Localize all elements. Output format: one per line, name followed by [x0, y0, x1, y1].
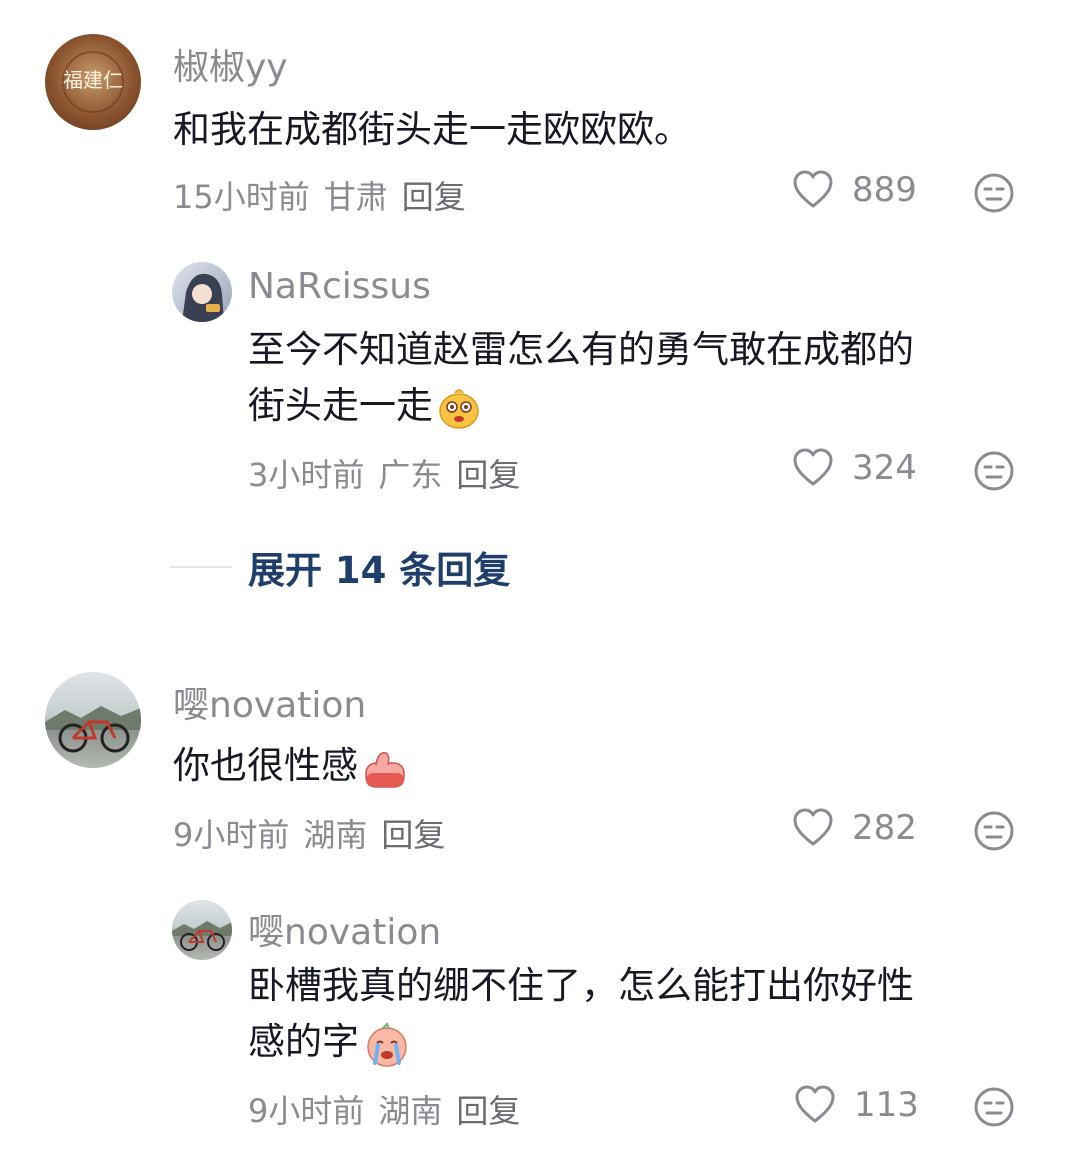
heart-outline-icon: [795, 1085, 835, 1123]
like-button[interactable]: 113: [794, 1085, 919, 1125]
heart-outline-icon: [793, 808, 833, 846]
neutral-face-icon[interactable]: [973, 450, 1015, 492]
heart-outline-icon: [793, 170, 833, 208]
comment-text-line-2-text: 感的字: [248, 1020, 359, 1063]
expand-replies-label: 展开 14 条回复: [248, 549, 511, 592]
comment-location: 湖南: [303, 816, 368, 854]
comment-text: 和我在成都街头走一走欧欧欧。: [173, 108, 691, 151]
comment-text-line-2-text: 街头走一走: [248, 384, 433, 427]
avatar[interactable]: 福建仁: [45, 34, 141, 130]
like-button[interactable]: 324: [792, 448, 917, 488]
comment-time: 9小时前: [248, 1092, 365, 1130]
comment-text: 你也很性感: [173, 738, 408, 794]
avatar[interactable]: [172, 900, 232, 960]
like-count: 113: [854, 1085, 919, 1125]
like-button[interactable]: 889: [792, 170, 917, 210]
comment-username[interactable]: 嘤novation: [248, 903, 441, 955]
comment-text-line-1: 至今不知道赵雷怎么有的勇气敢在成都的: [248, 328, 914, 371]
comment-username[interactable]: 嘤novation: [173, 676, 366, 728]
comment-location: 甘肃: [323, 178, 388, 216]
comment-time: 15小时前: [173, 178, 310, 216]
neutral-face-icon[interactable]: [973, 172, 1015, 214]
avatar[interactable]: [172, 262, 232, 322]
comment-time: 3小时前: [248, 456, 365, 494]
avatar-seal-text: 福建仁: [63, 68, 123, 92]
expand-replies-button[interactable]: 展开 14 条回复: [170, 540, 510, 594]
comment-username[interactable]: NaRcissus: [248, 266, 431, 307]
comment-meta: 9小时前 湖南 回复: [248, 1086, 534, 1132]
heart-outline-icon: [793, 448, 833, 486]
comment-text-line-2: 感的字: [248, 1014, 411, 1070]
comment-time: 9小时前: [173, 816, 290, 854]
reply-button[interactable]: 回复: [381, 816, 445, 854]
reply-button[interactable]: 回复: [456, 1092, 520, 1130]
comment-text-line-2: 街头走一走: [248, 378, 481, 434]
like-button[interactable]: 282: [792, 808, 917, 848]
like-count: 889: [852, 170, 917, 210]
comment-username[interactable]: 椒椒yy: [173, 38, 288, 90]
comment-meta: 15小时前 甘肃 回复: [173, 172, 480, 218]
reply-button[interactable]: 回复: [456, 456, 520, 494]
divider: [170, 566, 232, 568]
comment-text-content: 你也很性感: [173, 744, 358, 787]
reply-button[interactable]: 回复: [402, 178, 466, 216]
comment-location: 湖南: [378, 1092, 443, 1130]
crying-face-emoji-icon: [367, 1021, 407, 1067]
like-count: 324: [852, 448, 917, 488]
surprised-face-emoji-icon: [439, 388, 479, 429]
comment-location: 广东: [378, 456, 443, 494]
like-count: 282: [852, 808, 917, 848]
comment-text-line-1: 卧槽我真的绷不住了，怎么能打出你好性: [248, 964, 914, 1007]
neutral-face-icon[interactable]: [973, 1086, 1015, 1128]
comment-meta: 3小时前 广东 回复: [248, 450, 534, 496]
neutral-face-icon[interactable]: [973, 810, 1015, 852]
comment-meta: 9小时前 湖南 回复: [173, 810, 459, 856]
thumbs-up-emoji-icon: [365, 751, 405, 788]
avatar[interactable]: [45, 672, 141, 768]
